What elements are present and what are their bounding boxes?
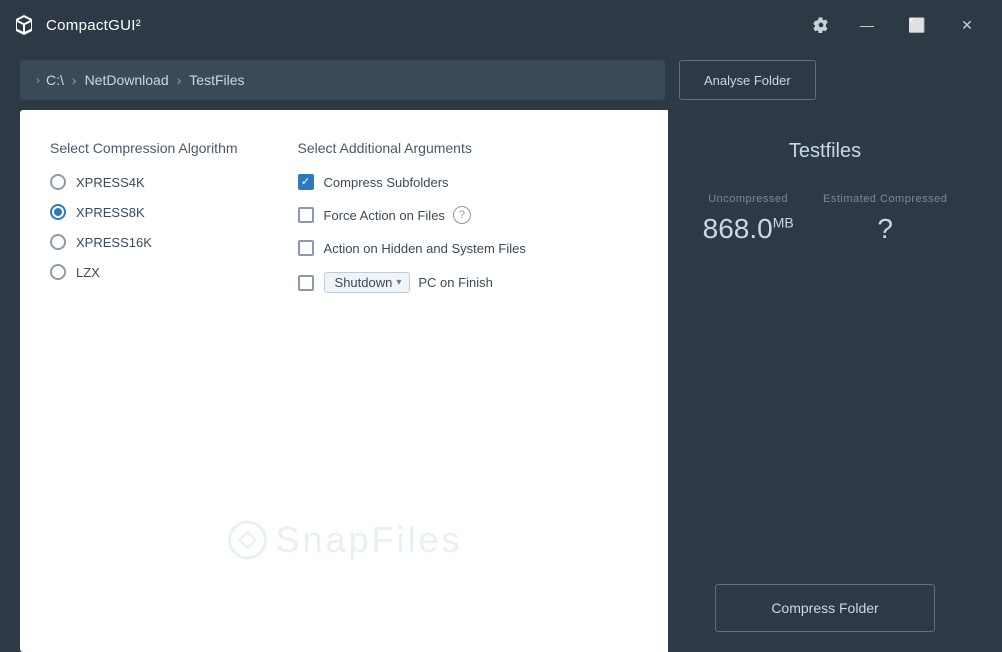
algo-lzx[interactable]: LZX (50, 264, 238, 280)
radio-xpress8k-circle (50, 204, 66, 220)
checkbox-force-action-files (298, 207, 314, 223)
radio-xpress16k-circle (50, 234, 66, 250)
minimize-button[interactable]: — (844, 9, 890, 41)
radio-lzx-circle (50, 264, 66, 280)
checkbox-compress-subfolders: ✓ (298, 174, 314, 190)
arg-hidden-system-files[interactable]: Action on Hidden and System Files (298, 240, 638, 256)
uncompressed-label: Uncompressed (708, 193, 788, 205)
breadcrumb-sep-1: › (72, 72, 77, 88)
stats-row: Uncompressed 868.0MB Estimated Compresse… (688, 193, 962, 245)
address-row: › C:\ › NetDownload › TestFiles Analyse … (0, 50, 1002, 110)
app-title: CompactGUI² (46, 17, 141, 34)
title-bar-left: CompactGUI² (12, 13, 141, 37)
folder-name: Testfiles (789, 140, 861, 163)
app-icon (12, 13, 36, 37)
uncompressed-value: 868.0MB (703, 213, 794, 245)
algo-xpress4k[interactable]: XPRESS4K (50, 174, 238, 190)
label-hidden-system-files: Action on Hidden and System Files (324, 241, 526, 256)
watermark: SnapFiles (225, 518, 462, 562)
algo-xpress16k[interactable]: XPRESS16K (50, 234, 238, 250)
close-button[interactable]: ✕ (944, 9, 990, 41)
label-compress-subfolders: Compress Subfolders (324, 175, 449, 190)
watermark-text: SnapFiles (275, 519, 462, 561)
breadcrumb-sep-0: › (36, 73, 40, 87)
breadcrumb-root: C:\ (46, 72, 64, 88)
arg-force-action-files[interactable]: Force Action on Files ? (298, 206, 638, 224)
compress-folder-button[interactable]: Compress Folder (715, 584, 935, 632)
label-shutdown: Shutdown Shutdown ▾ PC on Finish (324, 272, 493, 293)
radio-xpress4k-circle (50, 174, 66, 190)
algorithm-column: Select Compression Algorithm XPRESS4K XP… (50, 140, 238, 293)
radio-xpress8k-label: XPRESS8K (76, 205, 145, 220)
dropdown-arrow-icon: ▾ (396, 277, 401, 288)
args-header: Select Additional Arguments (298, 140, 638, 156)
breadcrumb-part2: TestFiles (189, 72, 244, 88)
analyse-folder-button[interactable]: Analyse Folder (679, 60, 816, 100)
shutdown-dropdown[interactable]: Shutdown ▾ (324, 272, 411, 293)
checkbox-hidden-system-files (298, 240, 314, 256)
help-badge-force-action[interactable]: ? (453, 206, 471, 224)
radio-xpress8k-dot (54, 208, 62, 216)
checkbox-shutdown (298, 275, 314, 291)
left-panel: Select Compression Algorithm XPRESS4K XP… (20, 110, 668, 652)
estimated-label: Estimated Compressed (823, 193, 947, 205)
title-bar-controls: — ⬜ ✕ (802, 9, 990, 41)
shutdown-suffix: PC on Finish (418, 275, 492, 290)
estimated-value: ? (877, 213, 893, 245)
settings-button[interactable] (802, 9, 840, 41)
radio-xpress16k-label: XPRESS16K (76, 235, 152, 250)
title-bar: CompactGUI² — ⬜ ✕ (0, 0, 1002, 50)
arg-compress-subfolders[interactable]: ✓ Compress Subfolders (298, 174, 638, 190)
breadcrumb-sep-2: › (177, 72, 182, 88)
radio-xpress4k-label: XPRESS4K (76, 175, 145, 190)
algorithm-radio-group: XPRESS4K XPRESS8K XPRESS16K (50, 174, 238, 280)
arguments-checkbox-group: ✓ Compress Subfolders Force Action on Fi… (298, 174, 638, 293)
checkmark-compress-subfolders: ✓ (301, 177, 310, 188)
shutdown-dropdown-text: Shutdown (335, 275, 393, 290)
algo-xpress8k[interactable]: XPRESS8K (50, 204, 238, 220)
radio-lzx-label: LZX (76, 265, 100, 280)
breadcrumb-part1: NetDownload (85, 72, 169, 88)
arguments-column: Select Additional Arguments ✓ Compress S… (298, 140, 638, 293)
stat-uncompressed: Uncompressed 868.0MB (703, 193, 794, 245)
label-force-action-files: Force Action on Files ? (324, 206, 471, 224)
maximize-button[interactable]: ⬜ (894, 9, 940, 41)
right-panel: Testfiles Uncompressed 868.0MB Estimated… (668, 110, 982, 652)
algo-header: Select Compression Algorithm (50, 140, 238, 156)
address-bar[interactable]: › C:\ › NetDownload › TestFiles (20, 60, 665, 100)
stat-estimated: Estimated Compressed ? (823, 193, 947, 245)
left-columns: Select Compression Algorithm XPRESS4K XP… (50, 140, 638, 293)
main-content: Select Compression Algorithm XPRESS4K XP… (20, 110, 982, 652)
arg-shutdown[interactable]: Shutdown Shutdown ▾ PC on Finish (298, 272, 638, 293)
shutdown-row: Shutdown Shutdown ▾ PC on Finish (324, 272, 493, 293)
